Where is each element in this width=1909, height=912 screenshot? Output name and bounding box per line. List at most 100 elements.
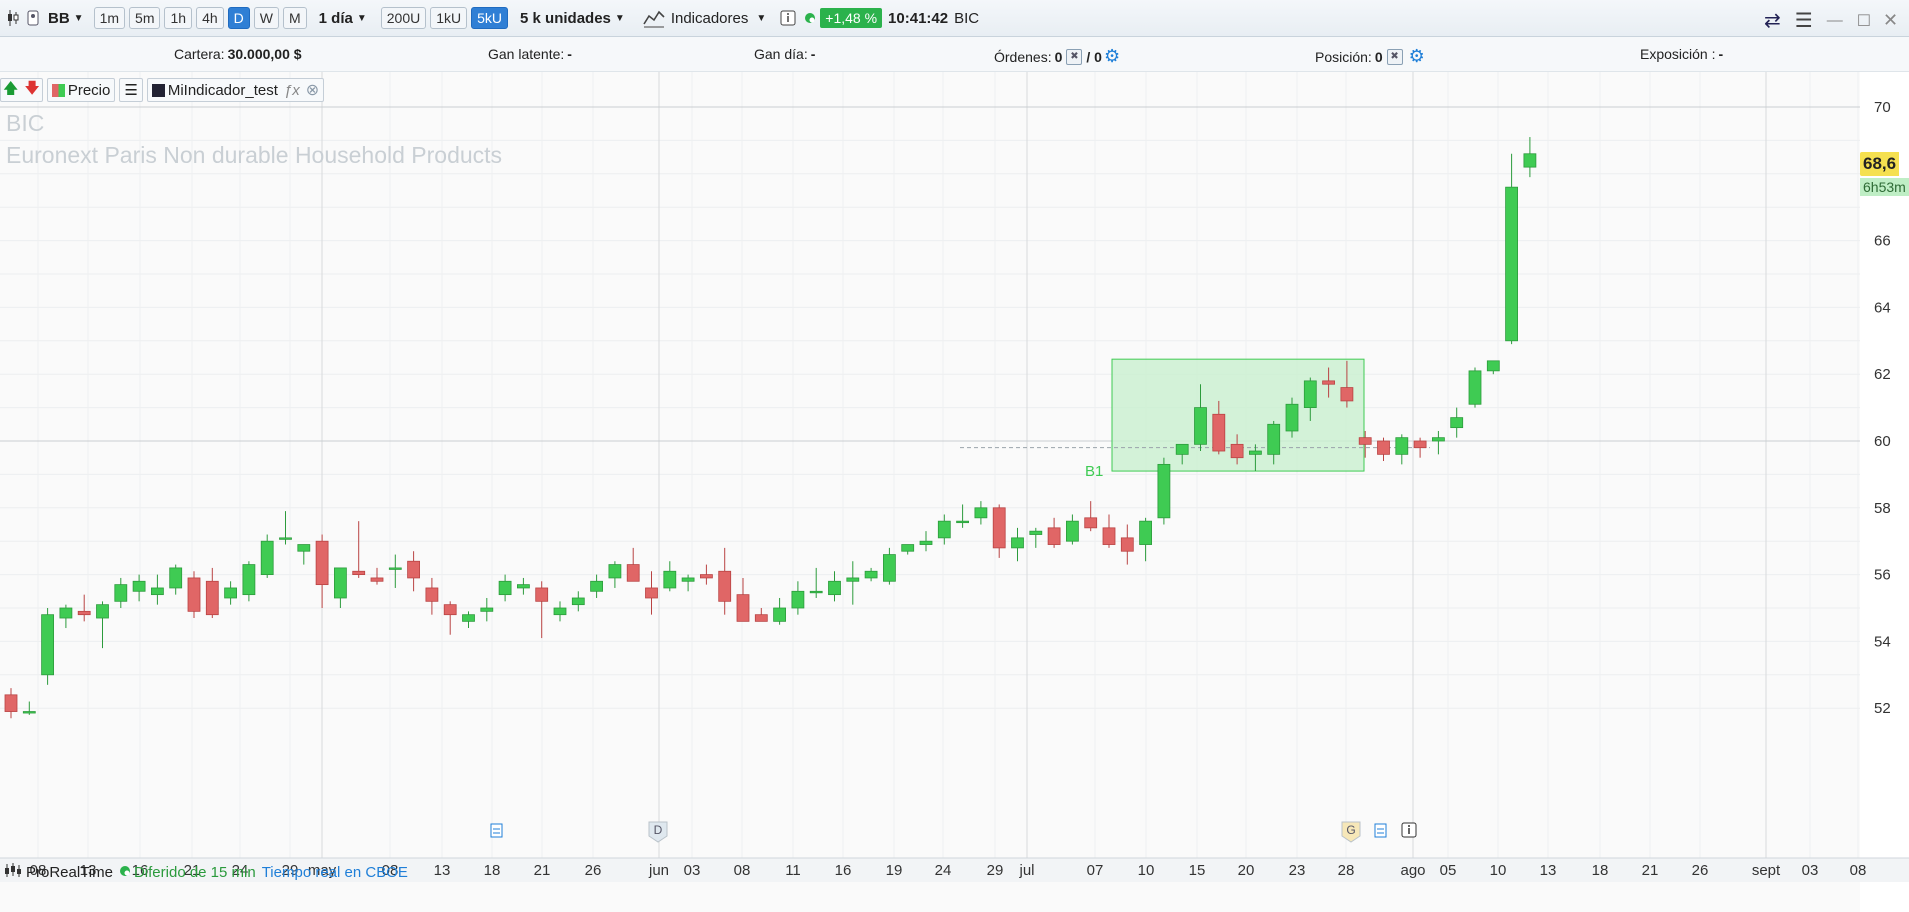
candle[interactable]	[1523, 153, 1537, 168]
arrow-down-icon[interactable]: 🡇	[24, 78, 39, 103]
menu-icon[interactable]: ☰	[1795, 8, 1813, 33]
interval-daily-button[interactable]: D	[227, 7, 250, 29]
candle[interactable]	[498, 580, 512, 596]
realtime-link[interactable]: Tiempo real en CBOE	[262, 864, 408, 881]
arrow-up-icon[interactable]: 🡅	[3, 78, 18, 103]
candle[interactable]	[846, 577, 860, 582]
candle[interactable]	[1029, 530, 1043, 535]
interval-weekly-button[interactable]: W	[253, 7, 279, 29]
candle[interactable]	[1505, 186, 1518, 342]
legend-list-button[interactable]: ☰	[119, 78, 143, 102]
candle[interactable]	[1157, 463, 1171, 519]
candle[interactable]	[883, 554, 896, 582]
candle[interactable]	[370, 577, 384, 582]
candle[interactable]	[901, 544, 915, 552]
candle[interactable]	[260, 540, 274, 576]
close-icon[interactable]: ✕	[1883, 10, 1898, 31]
candle[interactable]	[681, 577, 695, 582]
candle[interactable]	[407, 560, 421, 579]
candle[interactable]	[590, 580, 603, 592]
candle[interactable]	[41, 614, 54, 676]
candle[interactable]	[1102, 527, 1116, 545]
candle[interactable]	[242, 564, 256, 596]
units-200-button[interactable]: 200U	[380, 7, 427, 29]
candle[interactable]	[1322, 380, 1335, 385]
candle[interactable]	[1120, 537, 1134, 552]
candle[interactable]	[1377, 440, 1390, 455]
candle[interactable]	[919, 540, 933, 545]
sync-icon[interactable]: ⇄	[1764, 8, 1781, 33]
interval-4h-button[interactable]: 4h	[196, 7, 224, 29]
candle[interactable]	[1340, 387, 1354, 402]
candle[interactable]	[937, 520, 951, 539]
candle[interactable]	[224, 587, 238, 599]
units-1k-button[interactable]: 1kU	[430, 7, 468, 29]
candle[interactable]	[352, 570, 366, 576]
candle[interactable]	[956, 520, 969, 524]
candle[interactable]	[59, 607, 73, 619]
candle[interactable]	[187, 577, 201, 612]
candle[interactable]	[1194, 407, 1207, 445]
document-icon[interactable]	[1374, 823, 1387, 838]
candle[interactable]	[1011, 537, 1024, 549]
candle[interactable]	[333, 567, 347, 599]
candle[interactable]	[205, 580, 219, 616]
interval-1h-button[interactable]: 1h	[164, 7, 193, 29]
remove-indicator-icon[interactable]: ⊗	[306, 80, 319, 100]
candle[interactable]	[1139, 520, 1152, 545]
minimize-icon[interactable]: —	[1827, 12, 1843, 30]
candle[interactable]	[535, 587, 549, 602]
candle[interactable]	[77, 610, 91, 616]
candle[interactable]	[517, 584, 530, 589]
candle[interactable]	[22, 711, 36, 714]
legend-indicator[interactable]: MiIndicador_test ƒx ⊗	[146, 78, 325, 102]
candle[interactable]	[1468, 370, 1482, 405]
candle[interactable]	[388, 567, 402, 570]
formula-icon[interactable]: ƒx	[284, 82, 300, 99]
candlestick-icon[interactable]	[6, 9, 20, 27]
maximize-icon[interactable]: ☐	[1857, 11, 1871, 31]
candle[interactable]	[718, 570, 732, 602]
candle[interactable]	[645, 587, 658, 599]
candle[interactable]	[864, 570, 878, 579]
candle[interactable]	[791, 590, 805, 609]
candle[interactable]	[809, 590, 823, 594]
candle[interactable]	[1395, 437, 1409, 455]
candle[interactable]	[700, 574, 713, 579]
candle[interactable]	[1285, 403, 1299, 432]
candle[interactable]	[132, 580, 146, 592]
indicators-menu[interactable]: Indicadores ▼	[643, 8, 766, 28]
candle[interactable]	[480, 607, 494, 612]
candle[interactable]	[169, 567, 183, 589]
interval-1m-button[interactable]: 1m	[93, 7, 126, 29]
candle[interactable]	[4, 694, 18, 712]
candle[interactable]	[1249, 450, 1262, 455]
candle[interactable]	[297, 544, 311, 552]
candle[interactable]	[443, 604, 457, 616]
candle[interactable]	[114, 584, 128, 602]
candle[interactable]	[828, 580, 841, 596]
candle[interactable]	[1047, 527, 1061, 545]
candle[interactable]	[425, 587, 439, 602]
instrument-type-select[interactable]: BB ▼	[48, 10, 84, 27]
gear-icon[interactable]: ⚙	[1104, 46, 1120, 67]
candle[interactable]	[1413, 440, 1427, 449]
candle[interactable]	[315, 540, 329, 586]
legend-price[interactable]: Precio	[46, 78, 116, 102]
candle[interactable]	[974, 507, 988, 519]
price-chart[interactable]: 08 13 16 21 24 29 may 08 13 18 21 26 jun 03 08 11 16 19 24…	[0, 72, 1909, 912]
candle[interactable]	[1230, 443, 1244, 459]
candle[interactable]	[279, 537, 292, 540]
candle[interactable]	[608, 564, 622, 579]
cancel-orders-icon[interactable]: ✖	[1066, 48, 1083, 65]
candle[interactable]	[1175, 443, 1189, 455]
gear-icon[interactable]: ⚙	[1409, 46, 1425, 67]
candle[interactable]	[462, 614, 475, 622]
candle[interactable]	[1432, 437, 1445, 442]
candle[interactable]	[626, 564, 640, 582]
period-select[interactable]: 1 día ▼	[319, 10, 367, 27]
candle[interactable]	[1212, 413, 1226, 452]
candle[interactable]	[1066, 520, 1079, 542]
units-5k-button[interactable]: 5kU	[471, 7, 509, 29]
candle[interactable]	[1486, 360, 1500, 372]
